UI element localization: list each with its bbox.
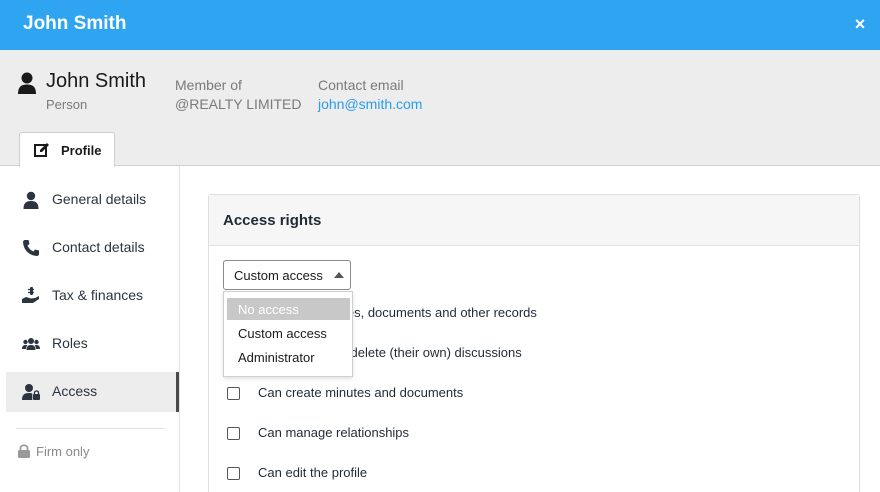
window-title: John Smith — [23, 13, 127, 34]
option-administrator[interactable]: Administrator — [227, 346, 350, 368]
option-custom-access[interactable]: Custom access — [227, 322, 350, 344]
lock-icon — [18, 444, 30, 458]
member-of-value: @REALTY LIMITED — [175, 96, 302, 112]
permission-label: Can manage relationships — [258, 425, 410, 440]
permission-checkbox[interactable] — [227, 387, 240, 400]
permission-label: Can create minutes and documents — [258, 385, 464, 400]
sidebar-item-tax-finances[interactable]: Tax & finances — [6, 276, 179, 316]
permission-checkbox[interactable] — [227, 467, 240, 480]
sidebar-item-access[interactable]: Access — [6, 372, 179, 412]
group-icon — [22, 338, 40, 350]
select-value: Custom access — [234, 268, 323, 283]
tab-profile[interactable]: Profile — [19, 132, 115, 167]
access-level-dropdown: No access Custom access Administrator — [223, 291, 353, 377]
panel-header: Access rights — [209, 195, 859, 246]
permission-label: Can edit the profile — [258, 465, 368, 480]
hand-money-icon — [22, 287, 39, 303]
tab-profile-label: Profile — [61, 143, 102, 158]
sidebar-divider — [16, 428, 165, 429]
close-icon[interactable]: × — [850, 14, 870, 34]
caret-up-icon — [334, 272, 344, 278]
sidebar-item-label: Tax & finances — [52, 287, 144, 303]
person-icon — [18, 72, 36, 94]
phone-icon — [23, 240, 39, 256]
member-of-label: Member of — [175, 77, 242, 93]
option-no-access[interactable]: No access — [227, 298, 350, 320]
sidebar-item-label: Access — [52, 383, 98, 399]
sidebar-item-label: General details — [52, 191, 147, 207]
firm-only-note: Firm only — [18, 444, 89, 459]
title-bar: John Smith × — [0, 0, 880, 50]
sidebar-item-contact-details[interactable]: Contact details — [6, 228, 179, 268]
permission-checkbox[interactable] — [227, 427, 240, 440]
edit-icon — [34, 143, 49, 157]
profile-header: John Smith Person Member of @REALTY LIMI… — [0, 50, 880, 167]
contact-email-label: Contact email — [318, 77, 404, 93]
sidebar-item-label: Contact details — [52, 239, 145, 255]
person-icon — [23, 191, 39, 209]
sidebar-item-roles[interactable]: Roles — [6, 324, 179, 364]
firm-only-label: Firm only — [36, 444, 90, 459]
contact-email-link[interactable]: john@smith.com — [318, 96, 422, 112]
sidebar-item-general-details[interactable]: General details — [6, 180, 179, 220]
person-type: Person — [46, 97, 88, 112]
user-lock-icon — [22, 384, 40, 400]
sidebar-item-label: Roles — [52, 335, 88, 351]
sidebar: General details Contact details Tax & fi… — [0, 166, 180, 492]
panel-title: Access rights — [223, 212, 322, 229]
person-name: John Smith — [46, 70, 147, 92]
access-level-select[interactable]: Custom access — [223, 260, 351, 290]
